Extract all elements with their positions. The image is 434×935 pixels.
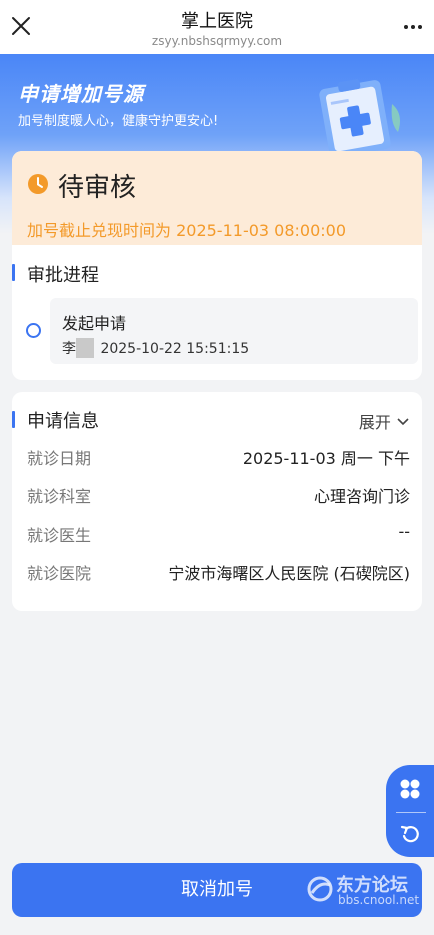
watermark: 东方论坛 bbs.cnool.net [306, 873, 426, 909]
section-marker [12, 411, 15, 428]
approval-step: 发起申请 李 2025-10-22 15:51:15 [50, 298, 418, 364]
section-marker [12, 264, 15, 281]
info-key: 就诊科室 [27, 487, 92, 506]
info-value: 宁波市海曙区人民医院 (石碶院区) [168, 564, 410, 583]
floating-toolbar [386, 765, 434, 857]
chevron-down-icon [397, 418, 409, 426]
top-bar: 掌上医院 zsyy.nbshsqrmyy.com [0, 0, 434, 54]
status-header: 待审核 加号截止兑现时间为 2025-11-03 08:00:00 [12, 151, 422, 245]
medical-clipboard-icon [319, 79, 400, 158]
info-section-title: 申请信息 [27, 411, 99, 432]
more-icon[interactable] [400, 14, 426, 40]
step-applicant: 李 [62, 341, 76, 357]
deadline-text: 加号截止兑现时间为 2025-11-03 08:00:00 [27, 221, 347, 240]
expand-button[interactable]: 展开 [359, 409, 410, 433]
banner-title: 申请增加号源 [18, 82, 144, 106]
banner-subtitle: 加号制度暖人心，健康守护更安心! [18, 114, 219, 129]
info-value: 2025-11-03 周一 下午 [242, 449, 410, 468]
step-time: 2025-10-22 15:51:15 [100, 341, 250, 357]
info-row: 就诊医生 -- [27, 522, 410, 546]
info-value: -- [398, 522, 410, 541]
page-url: zsyy.nbshsqrmyy.com [151, 34, 283, 48]
page-title: 掌上医院 [181, 11, 253, 32]
info-row: 就诊医院 宁波市海曙区人民医院 (石碶院区) [27, 560, 410, 584]
clock-icon [28, 174, 48, 194]
watermark-url: bbs.cnool.net [338, 893, 420, 907]
info-card: 申请信息 展开 就诊日期 2025-11-03 周一 下午 就诊科室 心理咨询门… [12, 392, 422, 611]
info-key: 就诊日期 [27, 449, 92, 468]
step-name: 发起申请 [62, 314, 127, 333]
forum-logo-icon [307, 876, 333, 902]
divider [396, 812, 426, 813]
approval-section-title: 审批进程 [27, 265, 99, 286]
info-key: 就诊医院 [27, 564, 92, 583]
redacted-block [76, 338, 94, 358]
status-label: 待审核 [58, 173, 137, 203]
info-row: 就诊日期 2025-11-03 周一 下午 [27, 445, 410, 469]
step-meta: 李 2025-10-22 15:51:15 [62, 338, 249, 358]
info-row: 就诊科室 心理咨询门诊 [27, 483, 410, 507]
info-key: 就诊医生 [27, 526, 92, 545]
step-indicator [26, 323, 41, 338]
expand-label: 展开 [358, 413, 391, 432]
info-value: 心理咨询门诊 [313, 487, 410, 506]
back-arrow-icon[interactable] [399, 823, 421, 845]
status-card: 待审核 加号截止兑现时间为 2025-11-03 08:00:00 审批进程 发… [12, 151, 422, 380]
apps-grid-icon[interactable] [399, 778, 421, 800]
